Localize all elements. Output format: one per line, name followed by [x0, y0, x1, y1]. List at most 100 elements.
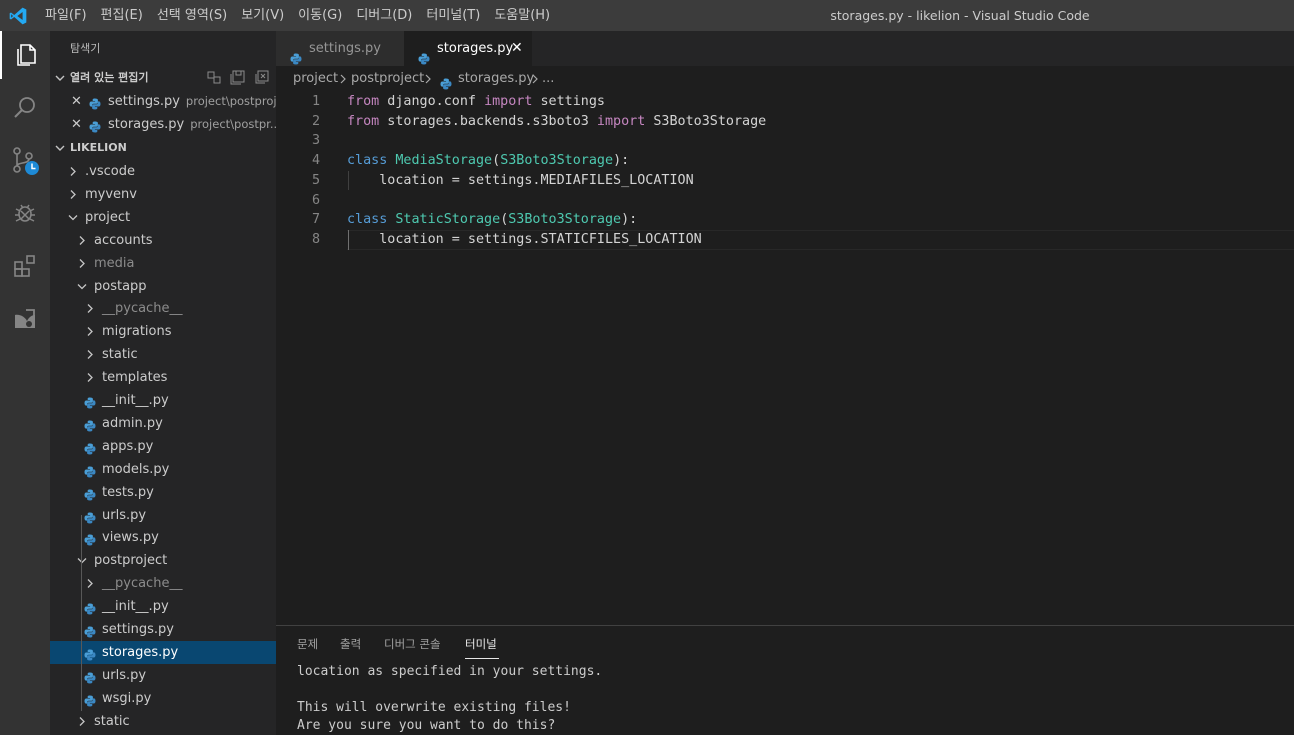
code-line: 2 from storages.backends.s3boto3 import S…: [276, 112, 1294, 132]
code-line: 7 class StaticStorage(S3Boto3Storage):: [276, 210, 1294, 230]
window-title: storages.py - likelion - Visual Studio C…: [830, 8, 1090, 23]
open-editor-name: storages.py: [108, 117, 185, 132]
code-token: S3Boto3Storage: [500, 153, 614, 169]
breadcrumb-storages[interactable]: storages.py: [458, 66, 534, 92]
tree-file[interactable]: __init__.py: [50, 389, 276, 412]
tree-label: accounts: [94, 232, 153, 248]
menu-item-6[interactable]: 터미널(T): [419, 0, 487, 31]
menu-item-5[interactable]: 디버그(D): [349, 0, 419, 31]
indent-guide: [81, 515, 82, 711]
tree-file[interactable]: urls.py: [50, 664, 276, 687]
open-editor-item[interactable]: ✕ storages.py project\postpr...: [50, 113, 276, 136]
menu-item-4[interactable]: 이동(G): [291, 0, 349, 31]
code-line: 6: [276, 191, 1294, 211]
close-icon[interactable]: ✕: [71, 113, 82, 136]
tree-folder[interactable]: static: [50, 710, 276, 733]
close-icon[interactable]: ✕: [511, 31, 523, 66]
panel-tab-output[interactable]: 출력: [340, 636, 361, 652]
tree-folder[interactable]: postapp: [50, 275, 276, 298]
tree-file[interactable]: urls.py: [50, 504, 276, 527]
tree-label: myvenv: [85, 186, 137, 202]
code-token: ):: [621, 212, 638, 228]
code-token: S3Boto3Storage: [645, 113, 767, 129]
tree-folder[interactable]: templates: [50, 366, 276, 389]
code-editor[interactable]: 1 from django.conf import settings 2 from s…: [276, 92, 1294, 625]
breadcrumb-project[interactable]: project: [293, 66, 338, 92]
tree-label: __pycache__: [102, 576, 183, 592]
tab-settings[interactable]: settings.py: [276, 31, 404, 66]
workspace-header[interactable]: LIKELION: [50, 137, 276, 159]
extensions-icon[interactable]: [0, 242, 50, 290]
menu-item-3[interactable]: 보기(V): [234, 0, 291, 31]
tree-label: media: [94, 255, 135, 271]
tree-label: __init__.py: [102, 393, 169, 408]
search-icon[interactable]: [0, 84, 50, 132]
tree-file[interactable]: settings.py: [50, 618, 276, 641]
tree-file[interactable]: wsgi.py: [50, 687, 276, 710]
breadcrumb-postproject[interactable]: postproject: [351, 66, 424, 92]
tree-file[interactable]: tests.py: [50, 481, 276, 504]
breadcrumb-more[interactable]: ...: [542, 66, 554, 92]
tree-folder[interactable]: __pycache__: [50, 572, 276, 595]
open-editor-name: settings.py: [108, 94, 180, 109]
tree-folder[interactable]: static: [50, 343, 276, 366]
debug-icon[interactable]: [0, 189, 50, 237]
chevron-right-icon: [76, 710, 88, 735]
save-all-icon[interactable]: [230, 69, 246, 85]
code-token: storages.backends.s3boto3: [379, 113, 597, 129]
remote-icon[interactable]: [0, 295, 50, 343]
tree-label: project: [85, 209, 131, 225]
open-editor-path: project\postpr...: [190, 117, 276, 131]
new-untitled-file-icon[interactable]: [206, 69, 222, 85]
python-file-icon: [89, 95, 101, 113]
code-token: from: [347, 94, 380, 109]
tree-label: __init__.py: [102, 599, 169, 615]
line-number: 6: [311, 192, 320, 208]
tree-folder[interactable]: accounts: [50, 229, 276, 252]
close-all-icon[interactable]: [254, 69, 270, 85]
tree-label: views.py: [102, 530, 159, 546]
open-editor-path: project\postproj...: [185, 94, 276, 108]
line-number: 1: [311, 94, 320, 109]
line-number: 2: [311, 113, 320, 129]
menu-item-2[interactable]: 선택 영역(S): [150, 0, 234, 31]
tree-label: .vscode: [85, 164, 135, 179]
tree-folder[interactable]: media: [50, 252, 276, 275]
open-editors-header[interactable]: 열려 있는 편집기: [50, 67, 276, 89]
source-control-icon[interactable]: [0, 137, 50, 185]
tree-file[interactable]: storages.py: [50, 640, 276, 664]
tree-folder[interactable]: migrations: [50, 320, 276, 343]
code-token: import: [596, 113, 646, 129]
tree-label: migrations: [102, 324, 172, 340]
line-number: 7: [311, 212, 320, 228]
tree-folder[interactable]: postproject: [50, 549, 276, 572]
panel-tab-debug-console[interactable]: 디버그 콘솔: [384, 636, 441, 652]
open-editor-item[interactable]: ✕ settings.py project\postproj...: [50, 90, 276, 113]
line-number: 5: [311, 172, 320, 188]
tree-file[interactable]: __init__.py: [50, 595, 276, 618]
close-icon[interactable]: ✕: [71, 90, 82, 113]
line-number: 3: [311, 133, 320, 149]
explorer-icon[interactable]: [0, 31, 50, 79]
menu-item-1[interactable]: 편집(E): [94, 0, 150, 31]
tree-file[interactable]: apps.py: [50, 435, 276, 458]
menu-item-0[interactable]: 파일(F): [38, 0, 94, 31]
tab-storages[interactable]: storages.py ✕: [404, 31, 532, 66]
tree-folder[interactable]: .vscode: [50, 160, 276, 183]
tree-folder[interactable]: __pycache__: [50, 297, 276, 320]
tree-file[interactable]: views.py: [50, 526, 276, 549]
menu-item-7[interactable]: 도움말(H): [487, 0, 557, 31]
code-token: ):: [613, 153, 630, 169]
panel-tab-terminal[interactable]: 터미널: [465, 636, 497, 652]
line-number: 4: [311, 153, 320, 169]
tree-folder[interactable]: project: [50, 206, 276, 229]
code-token: class: [347, 212, 388, 228]
code-token: django.conf: [379, 94, 485, 109]
tree-label: static: [102, 347, 138, 363]
menu-bar: 파일(F) 편집(E) 선택 영역(S) 보기(V) 이동(G) 디버그(D) 터미널(T)…: [38, 0, 557, 31]
tree-file[interactable]: models.py: [50, 458, 276, 481]
tree-folder[interactable]: myvenv: [50, 183, 276, 206]
panel-tab-problems[interactable]: 문제: [297, 636, 318, 652]
tree-label: __pycache__: [102, 301, 183, 317]
tree-file[interactable]: admin.py: [50, 412, 276, 435]
